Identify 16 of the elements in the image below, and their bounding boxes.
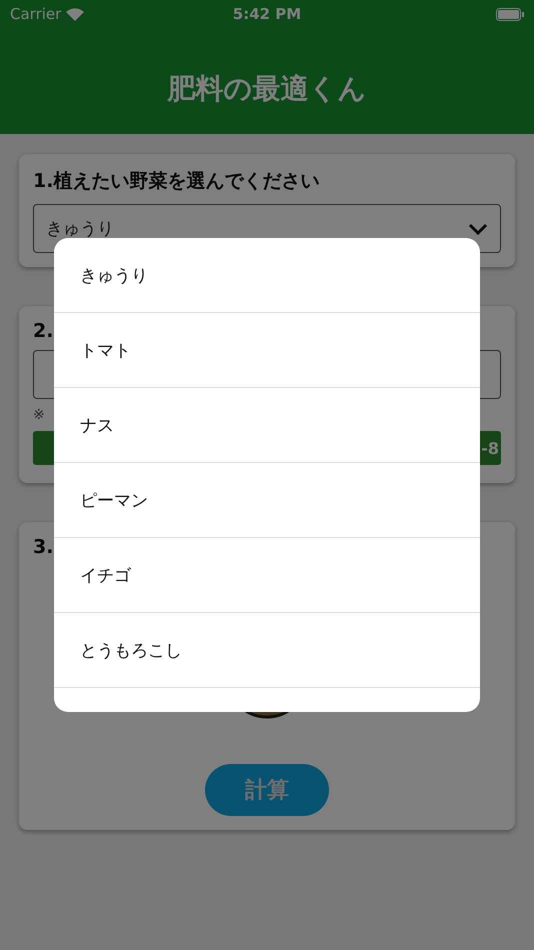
- card-title: 3.: [33, 536, 54, 558]
- card-title: 2.: [33, 320, 54, 342]
- battery-icon: [496, 8, 524, 20]
- picker-option[interactable]: とうもろこし: [54, 613, 480, 688]
- carrier-label: Carrier: [10, 5, 62, 23]
- card-title: 1.植えたい野菜を選んでください: [33, 169, 320, 194]
- note-text: ※: [33, 407, 45, 423]
- picker-option[interactable]: ナス: [54, 388, 480, 463]
- picker-option[interactable]: ピーマン: [54, 463, 480, 538]
- picker-option[interactable]: きゅうり: [54, 238, 480, 313]
- picker-option[interactable]: イチゴ: [54, 538, 480, 613]
- picker-option[interactable]: トマト: [54, 313, 480, 388]
- status-time: 5:42 PM: [232, 5, 302, 23]
- wifi-icon: [66, 8, 84, 20]
- app-title: 肥料の最適くん: [166, 71, 368, 107]
- chevron-down-icon: [468, 222, 488, 236]
